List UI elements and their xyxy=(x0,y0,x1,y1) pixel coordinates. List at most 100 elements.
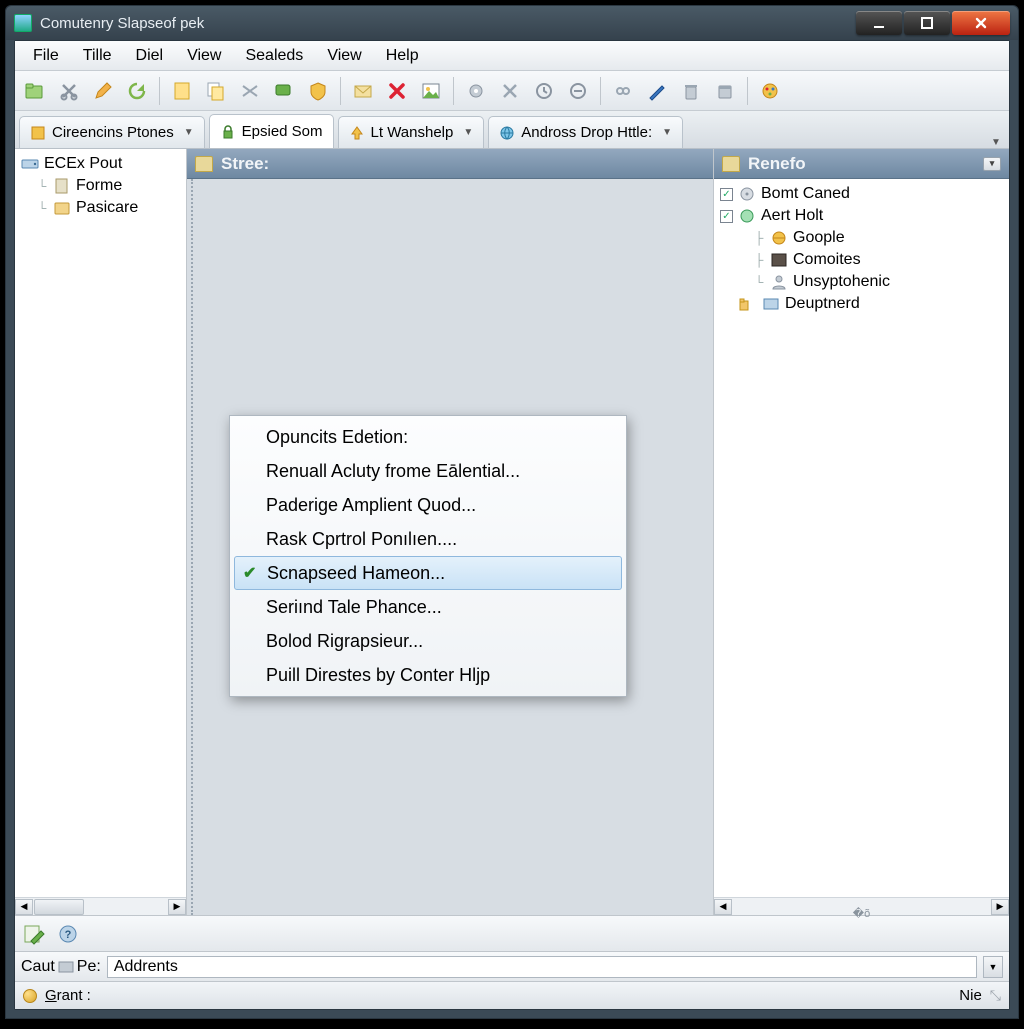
tab[interactable]: Andross Drop Httle: ▼ xyxy=(488,116,683,148)
image-icon[interactable] xyxy=(417,77,445,105)
cut-icon[interactable] xyxy=(55,77,83,105)
scroll-grip-icon: �õ xyxy=(853,907,870,920)
help-circle-icon[interactable]: ? xyxy=(57,923,81,945)
tab-label: Andross Drop Httle: xyxy=(521,124,652,141)
delete-x-icon[interactable] xyxy=(383,77,411,105)
collapse-button[interactable]: ▾ xyxy=(983,157,1001,171)
scroll-left-icon[interactable]: ◀ xyxy=(714,899,732,915)
menu-item[interactable]: Tille xyxy=(71,43,124,69)
context-menu-item[interactable]: Rask Cprtrol Ponılıen.... xyxy=(232,522,624,556)
title-bar[interactable]: Comutenry Slapseof pek xyxy=(6,6,1018,40)
link-icon[interactable] xyxy=(609,77,637,105)
gear-gray-icon[interactable] xyxy=(462,77,490,105)
chevron-down-icon: ▼ xyxy=(184,127,194,138)
scroll-right-icon[interactable]: ▶ xyxy=(991,899,1009,915)
right-title: Renefo xyxy=(748,154,806,174)
tree-label: Goople xyxy=(793,229,845,247)
address-dropdown[interactable]: ▼ xyxy=(983,956,1003,978)
tree-label: Pasicare xyxy=(76,199,138,217)
scroll-thumb[interactable] xyxy=(34,899,84,915)
maximize-button[interactable] xyxy=(904,11,950,35)
tree-node[interactable]: ✓ Aert Holt xyxy=(716,205,1007,227)
tab-label: Lt Wanshelp xyxy=(371,124,454,141)
center-body[interactable]: Opuncits Edetion: Renuall Acluty frome E… xyxy=(191,179,713,915)
scroll-right-icon[interactable]: ▶ xyxy=(168,899,186,915)
disc-icon xyxy=(738,186,756,202)
tree-node[interactable]: └ Pasicare xyxy=(17,197,184,219)
right-pane: Renefo ▾ ✓ Bomt Caned ✓ Aert Holt xyxy=(713,149,1009,915)
person-icon xyxy=(770,274,788,290)
tree-node[interactable]: ├ Comoites xyxy=(716,249,1007,271)
pencil-icon[interactable] xyxy=(89,77,117,105)
tree-connector: └ xyxy=(753,275,765,289)
menu-item[interactable]: Sealeds xyxy=(233,43,315,69)
tab[interactable]: Epsied Som xyxy=(209,114,334,148)
context-menu-item[interactable]: Bolod Rigrapsieur... xyxy=(232,624,624,658)
pen-blue-icon[interactable] xyxy=(643,77,671,105)
resize-grip-icon[interactable]: ⤡ xyxy=(990,987,1001,1004)
page-icon xyxy=(53,178,71,194)
tab-overflow-dropdown[interactable]: ▼ xyxy=(985,137,1005,148)
tree-node[interactable]: ✓ Bomt Caned xyxy=(716,183,1007,205)
context-menu-item[interactable]: Opuncits Edetion: xyxy=(232,420,624,454)
edit-note-icon[interactable] xyxy=(23,923,47,945)
address-input[interactable]: Addrents xyxy=(107,956,977,978)
menu-item[interactable]: Diel xyxy=(124,43,176,69)
tools-icon[interactable] xyxy=(496,77,524,105)
menu-item[interactable]: Help xyxy=(374,43,431,69)
note-icon[interactable] xyxy=(168,77,196,105)
clock-icon[interactable] xyxy=(530,77,558,105)
shield-icon[interactable] xyxy=(304,77,332,105)
palette-icon[interactable] xyxy=(756,77,784,105)
address-label: Caut Pe: xyxy=(21,958,101,976)
refresh-icon[interactable] xyxy=(123,77,151,105)
context-menu-item[interactable]: Puill Direstes by Conter Hljp xyxy=(232,658,624,692)
new-folder-icon[interactable] xyxy=(21,77,49,105)
left-hscrollbar[interactable]: ◀ ▶ xyxy=(15,897,186,915)
lock-icon xyxy=(220,124,236,140)
tab[interactable]: Lt Wanshelp ▼ xyxy=(338,116,485,148)
tree-label: Unsyptohenic xyxy=(793,273,890,291)
checkbox[interactable]: ✓ xyxy=(720,188,733,201)
scroll-left-icon[interactable]: ◀ xyxy=(15,899,33,915)
mail-icon[interactable] xyxy=(349,77,377,105)
context-menu-item[interactable]: Renuall Acluty frome Eālential... xyxy=(232,454,624,488)
toolbar xyxy=(15,71,1009,111)
toolbar-sep xyxy=(747,77,748,105)
menu-item[interactable]: View xyxy=(315,43,373,69)
minimize-button[interactable] xyxy=(856,11,902,35)
flag-icon[interactable] xyxy=(270,77,298,105)
app-icon xyxy=(14,14,32,32)
context-menu-item[interactable]: ✔Scnapseed Hameon... xyxy=(234,556,622,590)
chevron-down-icon: ▼ xyxy=(662,127,672,138)
close-button[interactable] xyxy=(952,11,1010,35)
tree-node[interactable]: ├ Goople xyxy=(716,227,1007,249)
tree-node[interactable]: └ Unsyptohenic xyxy=(716,271,1007,293)
check-icon: ✔ xyxy=(243,563,256,583)
checkbox[interactable]: ✓ xyxy=(720,210,733,223)
copy-icon[interactable] xyxy=(202,77,230,105)
address-icon xyxy=(58,960,74,974)
picture-icon xyxy=(762,296,780,312)
bottom-toolbar: ? xyxy=(15,915,1009,951)
scissors-icon[interactable] xyxy=(236,77,264,105)
trash-icon[interactable] xyxy=(677,77,705,105)
tree-node[interactable]: Deuptnerd xyxy=(716,293,1007,315)
archive-icon[interactable] xyxy=(711,77,739,105)
box-icon xyxy=(53,200,71,216)
left-tree[interactable]: ECEx Pout └ Forme └ Pasicare xyxy=(15,149,186,897)
context-menu-item[interactable]: Paderige Amplient Quod... xyxy=(232,488,624,522)
tab[interactable]: Cireencins Ptones ▼ xyxy=(19,116,205,148)
app-window: Comutenry Slapseof pek File Tille Diel V… xyxy=(5,5,1019,1019)
right-hscrollbar[interactable]: ◀ �õ ▶ xyxy=(714,897,1009,915)
tree-node[interactable]: └ Forme xyxy=(17,175,184,197)
tab-label: Epsied Som xyxy=(242,123,323,140)
left-pane: ECEx Pout └ Forme └ Pasicare xyxy=(15,149,187,915)
minus-circle-icon[interactable] xyxy=(564,77,592,105)
menu-item[interactable]: View xyxy=(175,43,233,69)
menu-item[interactable]: File xyxy=(21,43,71,69)
right-tree[interactable]: ✓ Bomt Caned ✓ Aert Holt ├ Goople xyxy=(714,179,1009,897)
chevron-down-icon: ▼ xyxy=(463,127,473,138)
context-menu-item[interactable]: Seriınd Tale Phance... xyxy=(232,590,624,624)
tree-node[interactable]: ECEx Pout xyxy=(17,153,184,175)
